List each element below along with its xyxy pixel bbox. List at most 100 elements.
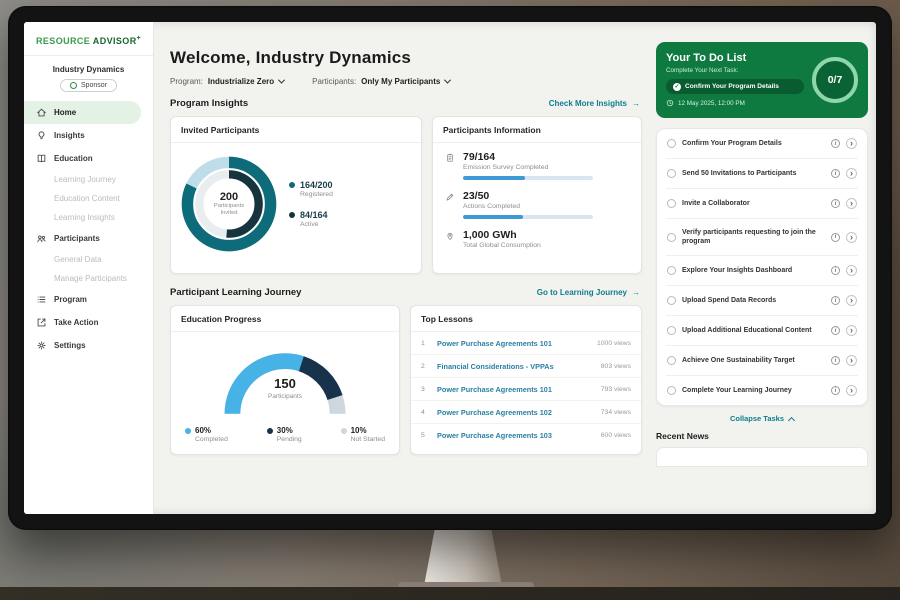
donut-center-value: 200 — [220, 191, 238, 203]
top-lessons-card: Top Lessons 1Power Purchase Agreements 1… — [410, 305, 642, 455]
task-item[interactable]: Send 50 Invitations to Participantsi› — [666, 159, 858, 189]
program-icon — [36, 294, 47, 305]
info-icon[interactable]: i — [831, 356, 840, 365]
sidebar-item-manage-participants[interactable]: Manage Participants — [24, 269, 153, 288]
info-icon[interactable]: i — [831, 199, 840, 208]
lesson-link[interactable]: Financial Considerations - VPPAs — [437, 362, 594, 371]
todo-title: Your To Do List — [666, 52, 804, 64]
collapse-tasks-link[interactable]: Collapse Tasks — [656, 414, 868, 423]
task-checkbox[interactable] — [667, 296, 676, 305]
lesson-views: 734 views — [601, 409, 631, 416]
lesson-link[interactable]: Power Purchase Agreements 101 — [437, 339, 590, 348]
chevron-right-icon[interactable]: › — [846, 325, 857, 336]
sidebar-item-home[interactable]: Home — [24, 101, 141, 124]
task-checkbox[interactable] — [667, 356, 676, 365]
chevron-right-icon[interactable]: › — [846, 198, 857, 209]
lesson-link[interactable]: Power Purchase Agreements 103 — [437, 431, 594, 440]
task-checkbox[interactable] — [667, 386, 676, 395]
take-action-icon — [36, 317, 47, 328]
go-to-learning-journey-link[interactable]: Go to Learning Journey → — [537, 288, 640, 297]
info-icon[interactable]: i — [831, 296, 840, 305]
sidebar-item-settings[interactable]: Settings — [24, 334, 153, 357]
sidebar-item-participants[interactable]: Participants — [24, 227, 153, 250]
sidebar-item-education-content[interactable]: Education Content — [24, 189, 153, 208]
info-icon[interactable]: i — [831, 386, 840, 395]
org-name: Industry Dynamics — [24, 65, 153, 74]
chevron-right-icon[interactable]: › — [846, 265, 857, 276]
sidebar-item-learning-insights[interactable]: Learning Insights — [24, 208, 153, 227]
section-title: Participant Learning Journey — [170, 287, 301, 298]
sidebar-item-learning-journey[interactable]: Learning Journey — [24, 170, 153, 189]
donut-center-label: Participants Invited — [208, 203, 250, 217]
lesson-link[interactable]: Power Purchase Agreements 102 — [437, 408, 594, 417]
task-label: Upload Spend Data Records — [682, 296, 825, 305]
invited-donut-chart: 200 Participants Invited — [177, 152, 281, 256]
task-item[interactable]: Confirm Your Program Detailsi› — [666, 129, 858, 159]
chevron-up-icon — [788, 417, 795, 424]
task-checkbox[interactable] — [667, 233, 676, 242]
legend-item: 84/164Active — [289, 210, 333, 228]
sidebar-item-education[interactable]: Education — [24, 147, 153, 170]
legend-dot — [341, 428, 347, 434]
task-checkbox[interactable] — [667, 326, 676, 335]
chevron-right-icon[interactable]: › — [846, 168, 857, 179]
gauge-center-value: 150 — [210, 376, 360, 391]
logo-text-advisor: ADVISOR — [93, 36, 137, 46]
task-item[interactable]: Verify participants requesting to join t… — [666, 219, 858, 256]
task-checkbox[interactable] — [667, 169, 676, 178]
stat-value: 1,000 GWh — [463, 229, 541, 241]
stat-row: 23/50Actions Completed — [433, 182, 641, 221]
sidebar-item-general-data[interactable]: General Data — [24, 250, 153, 269]
logo-plus: + — [137, 35, 142, 42]
chevron-right-icon[interactable]: › — [846, 138, 857, 149]
background-scene: RESOURCE ADVISOR+ Industry Dynamics Spon… — [0, 0, 900, 600]
task-checkbox[interactable] — [667, 199, 676, 208]
sponsor-badge[interactable]: Sponsor — [60, 79, 117, 92]
stats-list: 79/164Emission Survey Completed23/50Acti… — [433, 143, 641, 251]
legend-item: 164/200Registered — [289, 180, 333, 198]
sidebar-item-take-action[interactable]: Take Action — [24, 311, 153, 334]
task-item[interactable]: Upload Additional Educational Contenti› — [666, 316, 858, 346]
chevron-right-icon[interactable]: › — [846, 232, 857, 243]
task-item[interactable]: Achieve One Sustainability Targeti› — [666, 346, 858, 376]
lesson-rank: 2 — [421, 363, 430, 370]
task-item[interactable]: Explore Your Insights Dashboardi› — [666, 256, 858, 286]
chevron-right-icon[interactable]: › — [846, 355, 857, 366]
next-task-pill[interactable]: ✓ Confirm Your Program Details — [666, 79, 804, 94]
lesson-views: 793 views — [601, 386, 631, 393]
task-item[interactable]: Complete Your Learning Journeyi› — [666, 376, 858, 405]
legend-dot — [289, 182, 295, 188]
lesson-link[interactable]: Power Purchase Agreements 101 — [437, 385, 594, 394]
task-checkbox[interactable] — [667, 266, 676, 275]
sidebar-item-label: Learning Journey — [54, 175, 116, 184]
lesson-views: 803 views — [601, 363, 631, 370]
sidebar-item-insights[interactable]: Insights — [24, 124, 153, 147]
participants-filter-dropdown[interactable]: Participants:Only My Participants — [312, 77, 450, 86]
chevron-right-icon[interactable]: › — [846, 295, 857, 306]
energy-icon — [445, 231, 455, 241]
task-item[interactable]: Upload Spend Data Records i › — [666, 286, 858, 316]
task-checkbox[interactable] — [667, 139, 676, 148]
program-filter-dropdown[interactable]: Program:Industrialize Zero — [170, 77, 284, 86]
todo-due: 12 May 2025, 12:00 PM — [666, 99, 804, 107]
chevron-right-icon[interactable]: › — [846, 385, 857, 396]
card-title: Top Lessons — [411, 306, 641, 332]
info-icon[interactable]: i — [831, 139, 840, 148]
info-icon[interactable]: i — [831, 169, 840, 178]
info-icon[interactable]: i — [831, 266, 840, 275]
task-label: Verify participants requesting to join t… — [682, 228, 825, 246]
lesson-row: 4Power Purchase Agreements 102734 views — [411, 401, 641, 424]
sidebar-item-program[interactable]: Program — [24, 288, 153, 311]
home-icon — [36, 107, 47, 118]
info-icon[interactable]: i — [831, 233, 840, 242]
settings-icon — [36, 340, 47, 351]
program-insights-cards: Invited Participants 200 — [170, 116, 642, 274]
stat-value: 23/50 — [463, 190, 593, 202]
check-more-insights-link[interactable]: Check More Insights → — [549, 99, 640, 108]
todo-panel: Your To Do List Complete Your Next Task:… — [654, 22, 876, 514]
sidebar-item-label: Program — [54, 295, 87, 304]
logo-text-resource: RESOURCE — [36, 36, 90, 46]
task-item[interactable]: Invite a Collaboratori› — [666, 189, 858, 219]
recent-news-heading: Recent News — [656, 431, 868, 441]
info-icon[interactable]: i — [831, 326, 840, 335]
